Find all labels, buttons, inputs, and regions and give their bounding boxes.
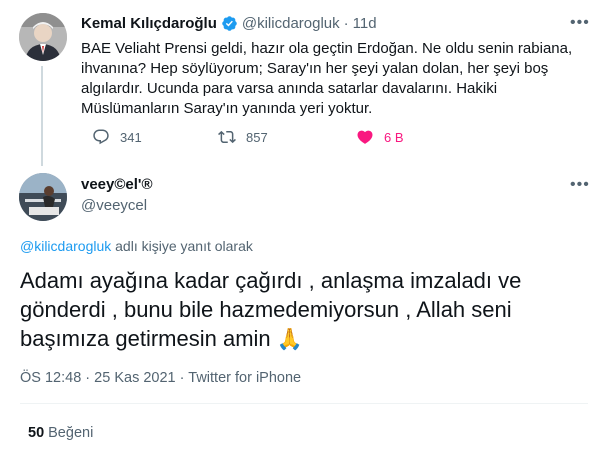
reply-tweet-text: Adamı ayağına kadar çağırdı , anlaşma im… [20,266,590,354]
verified-badge-icon [221,15,238,32]
reply-icon [93,129,109,145]
more-icon[interactable]: ••• [570,14,590,32]
folded-hands-emoji: 🙏 [276,328,303,351]
reply-author-handle[interactable]: @veeycel [81,197,147,214]
like-button[interactable]: 6 B [356,128,404,146]
header-separator: · [343,15,349,32]
likes-count: 50 [28,425,45,441]
reply-author-name[interactable]: veey©el'® [81,176,153,193]
retweet-button[interactable]: 857 [218,128,268,146]
reply-count: 341 [120,129,142,145]
replying-to-line: @kilicdarogluk adlı kişiye yanıt olarak [20,238,253,254]
like-heart-icon [357,130,373,144]
thread-line [41,66,43,166]
reply-text: Adamı ayağına kadar çağırdı , anlaşma im… [20,268,522,351]
like-count: 6 B [384,129,404,145]
tweet-date[interactable]: 25 Kas 2021 [94,370,175,386]
tweet-metadata: ÖS 12:48 · 25 Kas 2021 · Twitter for iPh… [20,370,301,386]
meta-dot: · [85,370,91,386]
reply-more-icon[interactable]: ••• [570,176,590,194]
tweet-time[interactable]: ÖS 12:48 [20,370,81,386]
parent-author-avatar[interactable] [19,13,67,61]
likes-label: Beğeni [48,425,94,441]
replying-to-label: adlı kişiye yanıt olarak [111,238,253,254]
parent-tweet-time[interactable]: 11d [353,15,377,32]
tweet-source[interactable]: Twitter for iPhone [188,370,301,386]
retweet-count: 857 [246,129,268,145]
parent-author-handle[interactable]: @kilicdarogluk [242,15,340,32]
parent-tweet-header: Kemal Kılıçdaroğlu @kilicdarogluk · 11d [81,15,377,32]
likes-summary[interactable]: 50 Beğeni [28,425,93,441]
reply-button[interactable]: 341 [92,128,142,146]
replying-to-mention[interactable]: @kilicdarogluk [20,238,111,254]
reply-author-avatar[interactable] [19,173,67,221]
parent-author-name[interactable]: Kemal Kılıçdaroğlu [81,15,217,32]
meta-dot-2: · [179,370,185,386]
divider [20,403,588,404]
retweet-icon [218,130,236,144]
parent-tweet-text: BAE Veliaht Prensi geldi, hazır ola geçt… [81,40,573,117]
